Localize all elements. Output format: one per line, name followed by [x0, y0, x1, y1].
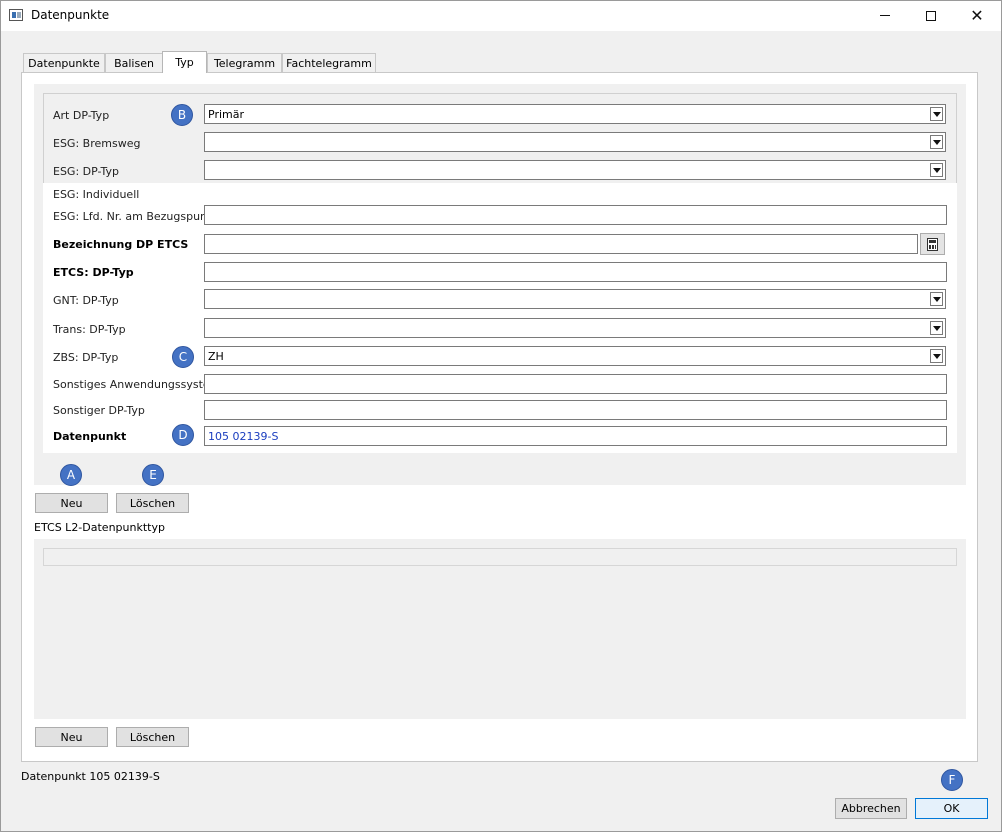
zbs-dp-typ-value: ZH: [208, 349, 224, 363]
ok-button[interactable]: OK: [915, 798, 988, 819]
marker-d: D: [172, 424, 194, 446]
chevron-down-icon[interactable]: [930, 292, 943, 306]
esg-lfd-nr-input[interactable]: [204, 205, 947, 225]
title-bar: [0, 0, 1002, 31]
tab-balisen[interactable]: Balisen: [105, 53, 163, 72]
window-title: Datenpunkte: [31, 8, 110, 22]
minimize-icon: [880, 15, 890, 16]
bezeichnung-dp-etcs-label: Bezeichnung DP ETCS: [53, 238, 189, 251]
etcs-l2-list-area: [34, 539, 966, 719]
sonstiges-anwendungssystem-label: Sonstiges Anwendungssystem: [53, 378, 221, 391]
zbs-dp-typ-label: ZBS: DP-Typ: [53, 351, 119, 364]
chevron-down-icon[interactable]: [930, 321, 943, 335]
marker-a: A: [60, 464, 82, 486]
etcs-l2-section-label: ETCS L2-Datenpunkttyp: [34, 521, 165, 534]
marker-c: C: [172, 346, 194, 368]
esg-individuell-label: ESG: Individuell: [53, 188, 140, 201]
etcs-dp-typ-input[interactable]: [204, 262, 947, 282]
sonstiges-anwendungssystem-input[interactable]: [204, 374, 947, 394]
neu-l2-button[interactable]: Neu: [35, 727, 108, 747]
trans-dp-typ-combo[interactable]: [204, 318, 946, 338]
neu-button[interactable]: Neu: [35, 493, 108, 513]
chevron-down-icon[interactable]: [930, 349, 943, 363]
art-dp-typ-value: Primär: [208, 107, 244, 121]
gnt-dp-typ-label: GNT: DP-Typ: [53, 294, 119, 307]
loeschen-l2-button[interactable]: Löschen: [116, 727, 189, 747]
calculator-button[interactable]: [920, 233, 945, 255]
maximize-icon: [926, 10, 936, 21]
chevron-down-icon[interactable]: [930, 135, 943, 149]
esg-dp-typ-combo[interactable]: [204, 160, 946, 180]
maximize-button[interactable]: [908, 0, 954, 31]
chevron-down-icon[interactable]: [930, 163, 943, 177]
marker-e: E: [142, 464, 164, 486]
tab-telegramm[interactable]: Telegramm: [207, 53, 282, 72]
esg-bremsweg-label: ESG: Bremsweg: [53, 137, 141, 150]
status-text: Datenpunkt 105 02139-S: [21, 770, 160, 783]
zbs-dp-typ-combo[interactable]: ZH: [204, 346, 946, 366]
bezeichnung-dp-etcs-input[interactable]: [204, 234, 918, 254]
datenpunkt-input[interactable]: 105 02139-S: [204, 426, 947, 446]
gnt-dp-typ-combo[interactable]: [204, 289, 946, 309]
marker-b: B: [171, 104, 193, 126]
close-button[interactable]: ✕: [954, 0, 1000, 31]
marker-f: F: [941, 769, 963, 791]
esg-bremsweg-combo[interactable]: [204, 132, 946, 152]
sonstiger-dp-typ-label: Sonstiger DP-Typ: [53, 404, 145, 417]
etcs-dp-typ-label: ETCS: DP-Typ: [53, 266, 134, 279]
trans-dp-typ-label: Trans: DP-Typ: [53, 323, 126, 336]
art-dp-typ-combo[interactable]: Primär: [204, 104, 946, 124]
esg-dp-typ-label: ESG: DP-Typ: [53, 165, 119, 178]
tab-datenpunkte[interactable]: Datenpunkte: [23, 53, 105, 72]
chevron-down-icon[interactable]: [930, 107, 943, 121]
close-icon: ✕: [970, 6, 984, 25]
minimize-button[interactable]: [862, 0, 908, 31]
sonstiger-dp-typ-input[interactable]: [204, 400, 947, 420]
tab-typ[interactable]: Typ: [162, 51, 207, 73]
abbrechen-button[interactable]: Abbrechen: [835, 798, 907, 819]
etcs-l2-list-header: [43, 548, 957, 566]
app-icon: [9, 9, 23, 21]
esg-lfd-nr-label: ESG: Lfd. Nr. am Bezugspunkt: [53, 210, 218, 223]
loeschen-button[interactable]: Löschen: [116, 493, 189, 513]
calculator-icon: [927, 237, 938, 251]
datenpunkt-label: Datenpunkt: [53, 430, 127, 443]
tab-fachtelegramm[interactable]: Fachtelegramm: [282, 53, 376, 72]
art-dp-typ-label: Art DP-Typ: [53, 109, 110, 122]
